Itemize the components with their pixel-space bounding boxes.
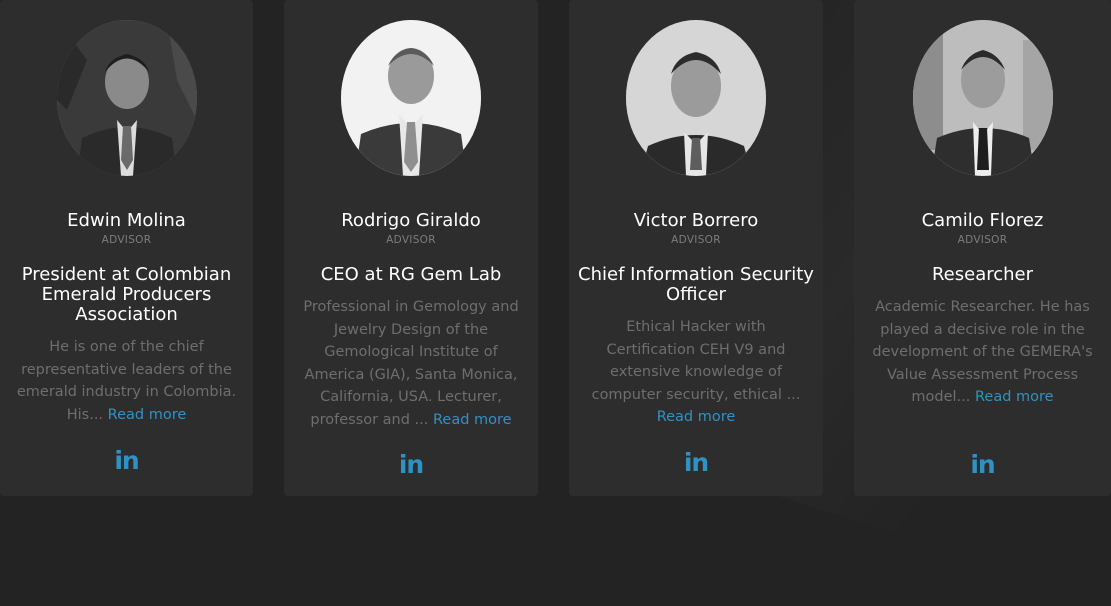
description-text: Professional in Gemology and Jewelry Des…: [303, 299, 519, 428]
advisor-headline: CEO at RG Gem Lab: [320, 264, 502, 285]
advisor-card-rodrigo-giraldo: Rodrigo Giraldo ADVISOR CEO at RG Gem La…: [284, 0, 538, 496]
avatar: [912, 20, 1053, 176]
linkedin-icon[interactable]: in: [112, 448, 142, 474]
avatar: [626, 20, 766, 176]
description-text: Ethical Hacker with Certification CEH V9…: [591, 319, 801, 403]
linkedin-icon[interactable]: in: [681, 450, 711, 476]
advisor-name: Edwin Molina: [67, 210, 186, 231]
linkedin-icon[interactable]: in: [396, 452, 426, 478]
avatar: [341, 20, 481, 176]
advisor-headline: President at Colombian Emerald Producers…: [21, 264, 232, 325]
advisor-role: ADVISOR: [386, 234, 436, 246]
read-more-link[interactable]: Read more: [975, 389, 1054, 405]
advisor-name: Victor Borrero: [633, 210, 759, 231]
advisor-headline: Chief Information Security Officer: [578, 264, 814, 305]
person-photo-icon: [341, 20, 481, 176]
advisor-description: Professional in Gemology and Jewelry Des…: [296, 296, 526, 431]
advisor-name: Camilo Florez: [921, 210, 1044, 231]
linkedin-icon[interactable]: in: [968, 452, 998, 478]
advisor-role: ADVISOR: [671, 234, 721, 246]
advisor-role: ADVISOR: [101, 234, 152, 246]
read-more-link[interactable]: Read more: [433, 412, 512, 428]
advisor-description: He is one of the chief representative le…: [12, 336, 241, 426]
person-photo-icon: [626, 20, 766, 176]
advisor-card-victor-borrero: Victor Borrero ADVISOR Chief Information…: [569, 0, 823, 496]
advisor-role: ADVISOR: [957, 234, 1008, 246]
read-more-link[interactable]: Read more: [108, 407, 187, 423]
read-more-link[interactable]: Read more: [657, 409, 736, 425]
person-photo-icon: [912, 20, 1053, 176]
advisor-description: Academic Researcher. He has played a dec…: [866, 296, 1099, 409]
person-photo-icon: [56, 20, 197, 176]
advisor-card-edwin-molina: Edwin Molina ADVISOR President at Colomb…: [0, 0, 253, 496]
advisor-card-camilo-florez: Camilo Florez ADVISOR Researcher Academi…: [854, 0, 1111, 496]
avatar: [56, 20, 197, 176]
advisor-name: Rodrigo Giraldo: [341, 210, 481, 231]
advisor-headline: Researcher: [931, 264, 1034, 285]
advisor-description: Ethical Hacker with Certification CEH V9…: [581, 316, 811, 429]
